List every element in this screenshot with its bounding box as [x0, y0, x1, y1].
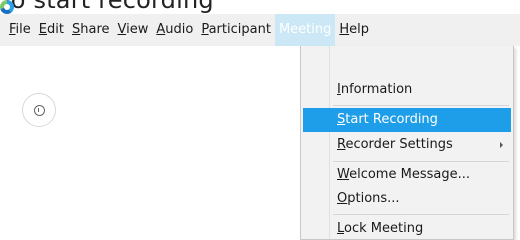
menu-audio-mnemonic: A: [156, 22, 166, 37]
menu-audio-label: udio: [165, 22, 194, 37]
menu-share-mnemonic: S: [71, 22, 81, 37]
start-recording-label: tart Recording: [345, 112, 438, 127]
menu-participant-label: articipant: [208, 22, 271, 37]
lock-meeting-label: ock Meeting: [344, 221, 424, 236]
menu-file-label: ile: [15, 22, 31, 37]
menu-meeting-label: Meeting: [278, 22, 332, 37]
menu-item-lock-meeting[interactable]: Lock Meeting: [303, 217, 511, 240]
menu-help-mnemonic: H: [339, 22, 350, 37]
menu-bar: File Edit Share View Audio Participant M…: [0, 14, 520, 46]
information-label: nformation: [340, 82, 413, 97]
menu-participant[interactable]: Participant: [197, 14, 275, 46]
lock-meeting-mnemonic: L: [337, 221, 345, 236]
chevron-right-icon: [500, 142, 503, 148]
menu-view[interactable]: View: [114, 14, 153, 46]
menu-item-start-recording[interactable]: Start Recording: [303, 108, 511, 132]
menu-audio[interactable]: Audio: [152, 14, 197, 46]
menu-separator: [333, 161, 509, 162]
menu-separator: [333, 214, 509, 215]
menu-file[interactable]: File: [5, 14, 35, 46]
recorder-settings-label: ecorder Settings: [345, 137, 453, 152]
options-mnemonic: O: [337, 191, 348, 206]
menu-item-options[interactable]: Options...: [303, 187, 511, 211]
menu-share-label: hare: [80, 22, 110, 37]
menu-edit-label: dit: [47, 22, 64, 37]
welcome-message-label: elcome Message...: [349, 167, 470, 182]
menu-separator: [333, 105, 509, 106]
menu-help-label: elp: [349, 22, 370, 37]
menu-view-label: iew: [126, 22, 149, 37]
menu-edit[interactable]: Edit: [35, 14, 68, 46]
menu-help[interactable]: Help: [335, 14, 373, 46]
welcome-message-mnemonic: W: [337, 167, 350, 182]
menu-item-recorder-settings[interactable]: Recorder Settings: [303, 133, 511, 157]
options-label: ptions...: [347, 191, 400, 206]
app-logo-icon: [0, 0, 14, 14]
info-circle-button[interactable]: [22, 93, 56, 127]
menu-participant-mnemonic: P: [201, 22, 209, 37]
menu-edit-mnemonic: E: [38, 22, 47, 37]
meeting-dropdown-menu: Information Start Recording Recorder Set…: [300, 46, 514, 240]
menu-item-information[interactable]: Information: [303, 78, 511, 102]
menu-item-welcome-message[interactable]: Welcome Message...: [303, 163, 511, 187]
menu-view-mnemonic: V: [117, 22, 127, 37]
info-circle-icon: [33, 104, 45, 116]
menu-meeting[interactable]: Meeting: [274, 14, 336, 46]
menu-share[interactable]: Share: [68, 14, 114, 46]
